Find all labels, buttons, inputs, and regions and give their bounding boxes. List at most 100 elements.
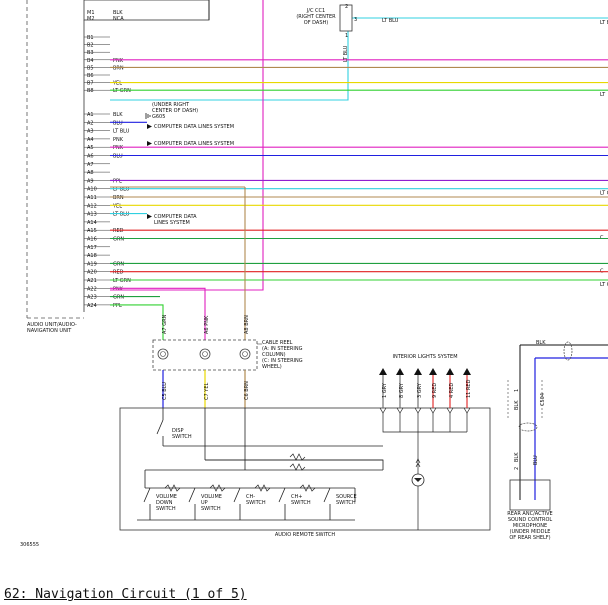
pin-a17: A17	[87, 245, 97, 251]
connector-m	[83, 0, 210, 21]
resistor-1	[289, 453, 306, 461]
computer-data-label-1: COMPUTER DATA LINES SYSTEM	[154, 124, 234, 130]
pin-a7: A7	[87, 162, 94, 168]
mic-wire-blk	[519, 344, 608, 500]
mic-blk2: BLK	[514, 452, 520, 462]
disp-switch-label-2: SWITCH	[172, 434, 192, 440]
pin-b4: B4	[87, 58, 94, 64]
pin-a2: A2	[87, 120, 94, 126]
right-edge-label-5: LT C	[600, 282, 608, 288]
light-arrow-0	[379, 368, 387, 375]
reel-coil-0	[157, 348, 169, 360]
reel-top-label-0: A7 GRN	[162, 314, 168, 334]
pin-a8: A8	[87, 170, 94, 176]
wire-label-a9: PPL	[113, 178, 122, 184]
audio-unit-outline	[26, 0, 84, 319]
cable-reel-label-5: WHEEL)	[262, 364, 282, 370]
pin-a18: A18	[87, 253, 97, 259]
pin-a3: A3	[87, 129, 94, 135]
wire-layer	[110, 0, 608, 340]
figure-id: 306555	[20, 542, 39, 548]
wire-label-b8: LT GRN	[113, 88, 131, 94]
light-bus	[382, 413, 468, 460]
audio-unit-label-2: NAVIGATION UNIT	[27, 328, 72, 334]
diagram-canvas: M1 BLKM2 NCAB1B2B3B4 PNKB5 BRNB6B7 YELB8 LT GR…	[20, 0, 608, 548]
jc-wire-label: LT BLU	[382, 18, 399, 24]
switch-3	[278, 487, 286, 520]
pin-a11: A11	[87, 195, 97, 201]
resistor-2	[289, 463, 306, 471]
interior-lights: 1 GRY 8 GRY 3 GRY 9 RED 4 RED 11 RED	[379, 368, 472, 530]
wire-label-a12: YEL	[112, 203, 122, 209]
wire-label-a24: PPL	[113, 303, 122, 309]
switch-label-2-b: SWITCH	[246, 500, 266, 506]
light-arrow-3	[429, 368, 437, 375]
light-pin-1	[396, 407, 404, 414]
pin-a5: A5	[87, 145, 94, 151]
wire-label-m2: NCA	[113, 16, 124, 22]
light-pin-2	[414, 407, 422, 414]
reel-coil-1	[199, 348, 211, 360]
reel-coil-inner-1	[202, 351, 208, 357]
pin-a23: A23	[87, 295, 97, 301]
light-arrow-2	[414, 368, 422, 375]
jc-pin-2: 2	[345, 4, 348, 10]
pin-b6: B6	[87, 73, 94, 79]
wire-label-a3: LT BLU	[113, 129, 130, 135]
wire-label-a1: BLK	[113, 112, 123, 118]
jc-vertical-label: LT BLU	[343, 45, 349, 62]
light-pin-label-0: 1 GRY	[382, 382, 388, 398]
switch-network: VOLUMEDOWNSWITCHVOLUMEUPSWITCHCH-SWITCHC…	[137, 408, 384, 521]
right-edge-label-1: LT C	[600, 191, 608, 197]
wire-label-a5: PNK	[113, 145, 124, 151]
pin-a22: A22	[87, 286, 97, 292]
pin-a1: A1	[87, 112, 94, 118]
mic-pin1: 1	[514, 389, 520, 392]
mic-dashed	[507, 380, 543, 420]
light-pin-0	[379, 407, 387, 414]
pin-a10: A10	[87, 187, 97, 193]
reel-top-label-1: A6 PNK	[204, 315, 210, 334]
pin-a4: A4	[87, 137, 94, 143]
reel-coil-2	[239, 348, 251, 360]
reel-bot-label-2: C6 BRN	[244, 381, 250, 400]
right-edge-label-0: LT BLU	[600, 20, 608, 26]
mic-wire-blu	[534, 357, 608, 500]
mic-blk-label: BLK	[514, 400, 520, 410]
wire-label-a19: GRN	[113, 261, 124, 267]
pin-a12: A12	[87, 203, 97, 209]
pin-a21: A21	[87, 278, 97, 284]
pin-a24: A24	[87, 303, 97, 309]
wire-label-a23: GRN	[113, 295, 124, 301]
switch-label-3-b: SWITCH	[291, 500, 311, 506]
pin-b2: B2	[87, 43, 94, 49]
microphone-circuit: BLK BLK C504 1 2 BLK BLU	[507, 340, 608, 511]
wiring-diagram: M1 BLK M2 NCA B1 B2 B3 B4 PNK B5 BRN B6 B7 YEL B8 LT GR…	[0, 0, 608, 605]
mic-blu: BLU	[533, 455, 539, 465]
pin-b5: B5	[87, 65, 94, 71]
wire-label-a21: LT GRN	[113, 278, 131, 284]
right-edge-label-2: LT	[600, 92, 606, 98]
wire-label-a10: LT BLU	[113, 187, 130, 193]
reel-coil-inner-2	[242, 351, 248, 357]
switch-label-0-c: SWITCH	[156, 506, 176, 512]
switch-left-bus	[144, 469, 245, 488]
computer-data-label-2: COMPUTER DATA LINES SYSTEM	[154, 141, 234, 147]
computer-data-label-3b: LINES SYSTEM	[154, 220, 190, 226]
pin-a6: A6	[87, 154, 94, 160]
wire-label-b5: BRN	[113, 65, 124, 71]
light-arrow-1	[396, 368, 404, 375]
ground-icon	[145, 113, 151, 119]
pin-a13: A13	[87, 212, 97, 218]
pin-b8: B8	[87, 88, 94, 94]
mic-label-5: OF REAR SHELF)	[509, 535, 550, 541]
switch-2	[233, 487, 241, 520]
wire-label-a4: PNK	[113, 137, 124, 143]
bus-right	[205, 459, 384, 470]
audio-remote-label: AUDIO REMOTE SWITCH	[275, 532, 335, 538]
pin-a20: A20	[87, 270, 97, 276]
microphone-box	[509, 479, 551, 511]
pin-b1: B1	[87, 35, 94, 41]
wire-label-a13: LT BLU	[113, 212, 130, 218]
mic-top-label: BLK	[536, 340, 546, 346]
